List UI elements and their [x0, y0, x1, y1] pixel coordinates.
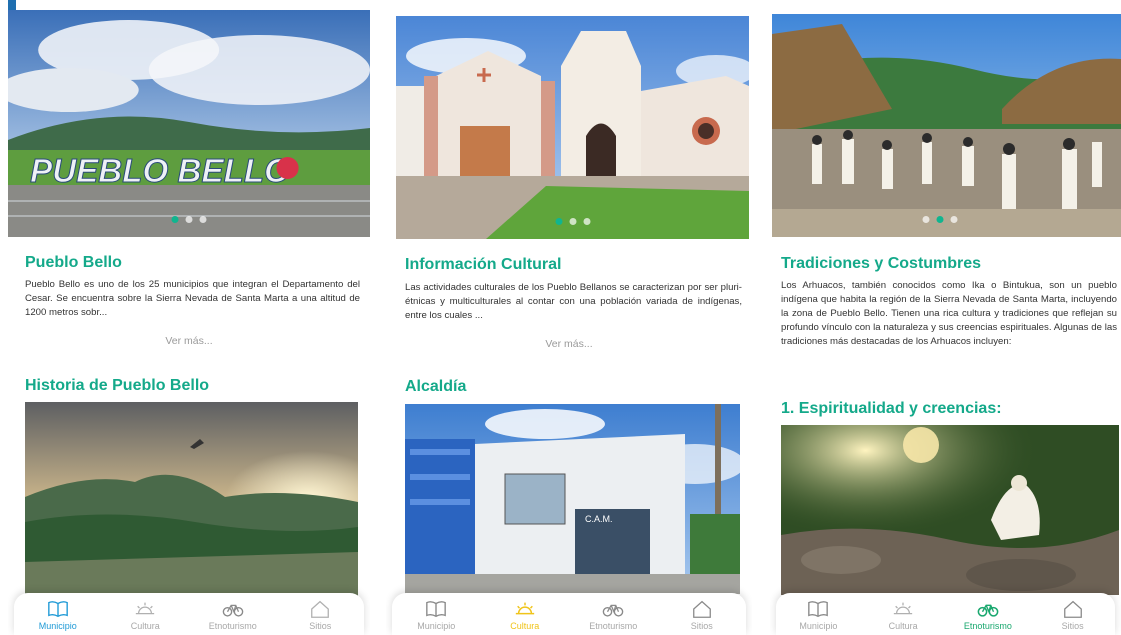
section-title-espiritualidad: 1. Espiritualidad y creencias:: [781, 400, 1002, 417]
historia-image[interactable]: [25, 402, 358, 597]
tab-municipio[interactable]: Municipio: [401, 599, 471, 631]
house-icon: [692, 600, 711, 618]
carousel-dot[interactable]: [936, 216, 944, 223]
tab-cultura[interactable]: Cultura: [490, 599, 560, 631]
tradiciones-description: Los Arhuacos, también conocidos como Ika…: [781, 280, 1117, 347]
carousel-dots: [171, 216, 207, 223]
carousel-dot[interactable]: [555, 218, 562, 225]
book-icon: [426, 601, 447, 618]
hero-image: PUEBLO BELLO: [8, 10, 370, 237]
tab-label: Cultura: [888, 621, 918, 631]
building-sign-text: C.A.M.: [585, 514, 613, 524]
carousel-dot[interactable]: [171, 216, 179, 223]
carousel-dot[interactable]: [199, 216, 207, 223]
tab-label: Etnoturismo: [208, 621, 257, 631]
book-icon: [47, 601, 68, 618]
carousel-dot[interactable]: [950, 216, 958, 223]
tab-municipio[interactable]: Municipio: [783, 599, 853, 631]
arhuaco-gathering-image: [772, 14, 1121, 237]
tab-label: Municipio: [799, 621, 838, 631]
tab-municipio[interactable]: Municipio: [23, 599, 93, 631]
section-title-historia: Historia de Pueblo Bello: [25, 377, 210, 394]
tab-label: Municipio: [38, 621, 77, 631]
church-image: [396, 16, 749, 239]
sunrise-icon: [893, 602, 913, 615]
carousel-dot[interactable]: [922, 216, 930, 223]
tab-label: Cultura: [510, 621, 540, 631]
section-title-alcaldia: Alcaldía: [405, 378, 467, 395]
tab-cultura[interactable]: Cultura: [868, 599, 938, 631]
tab-etnoturismo[interactable]: Etnoturismo: [198, 599, 268, 631]
tab-etnoturismo[interactable]: Etnoturismo: [953, 599, 1023, 631]
tab-label: Municipio: [417, 621, 456, 631]
bottom-tab-bar: Municipio Cultura Etnoturismo Sitios: [392, 593, 746, 635]
bottom-tab-bar: Municipio Cultura Etnoturismo Sitios: [776, 593, 1115, 635]
section-title-informacion-cultural: Información Cultural: [405, 256, 562, 273]
carousel-dot[interactable]: [185, 216, 193, 223]
municipio-description: Pueblo Bello es uno de los 25 municipios…: [25, 279, 360, 318]
tab-label: Cultura: [130, 621, 160, 631]
alcaldia-image[interactable]: C.A.M.: [405, 404, 740, 594]
carousel-dots: [922, 216, 958, 223]
bottom-tab-bar: Municipio Cultura Etnoturismo Sitios: [14, 593, 364, 635]
sunrise-icon: [136, 602, 155, 615]
tab-cultura[interactable]: Cultura: [110, 599, 180, 631]
hero-carousel[interactable]: PUEBLO BELLO: [8, 10, 370, 237]
bicycle-icon: [602, 604, 624, 617]
house-icon: [311, 600, 330, 618]
cultura-description: Las actividades culturales de los Pueblo…: [405, 282, 742, 321]
hero-sign-text: PUEBLO BELLO: [30, 153, 290, 190]
tab-label: Etnoturismo: [963, 621, 1012, 631]
carousel-dots: [555, 218, 590, 225]
tab-label: Sitios: [690, 621, 713, 631]
house-icon: [1063, 600, 1082, 618]
hero-carousel[interactable]: [772, 14, 1121, 237]
tab-sitios[interactable]: Sitios: [667, 599, 737, 631]
section-title-pueblo-bello: Pueblo Bello: [25, 254, 122, 271]
screen-municipio: PUEBLO BELLO Pueblo Bello Pueblo Bello e…: [8, 0, 370, 635]
ver-mas-link[interactable]: Ver más...: [8, 335, 370, 347]
section-title-tradiciones: Tradiciones y Costumbres: [781, 255, 982, 272]
ver-mas-link[interactable]: Ver más...: [386, 338, 752, 350]
tab-label: Sitios: [1061, 621, 1084, 631]
bicycle-icon: [222, 604, 244, 617]
espiritualidad-image[interactable]: [781, 425, 1119, 595]
screen-cultura: Información Cultural Las actividades cul…: [386, 0, 752, 635]
book-icon: [808, 601, 829, 618]
tab-etnoturismo[interactable]: Etnoturismo: [578, 599, 648, 631]
tab-label: Sitios: [309, 621, 332, 631]
tab-sitios[interactable]: Sitios: [285, 599, 355, 631]
carousel-dot[interactable]: [569, 218, 576, 225]
sunrise-icon: [515, 602, 534, 615]
carousel-dot[interactable]: [583, 218, 590, 225]
bicycle-icon: [977, 604, 999, 617]
hero-carousel[interactable]: [396, 16, 749, 239]
tab-label: Etnoturismo: [589, 621, 638, 631]
screen-etnoturismo: Tradiciones y Costumbres Los Arhuacos, t…: [770, 0, 1121, 635]
tab-sitios[interactable]: Sitios: [1038, 599, 1108, 631]
